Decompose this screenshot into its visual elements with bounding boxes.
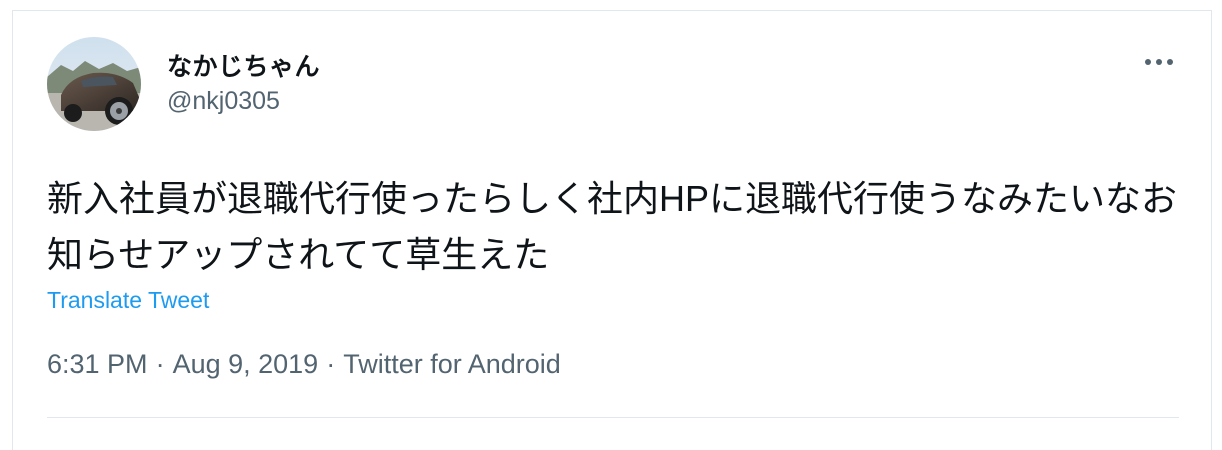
tweet-card: なかじちゃん @nkj0305 新入社員が退職代行使ったらしく社内HPに退職代行… (12, 10, 1212, 450)
translate-tweet-link[interactable]: Translate Tweet (47, 287, 209, 314)
tweet-source[interactable]: Twitter for Android (343, 349, 561, 379)
avatar[interactable] (47, 37, 141, 131)
tweet-time[interactable]: 6:31 PM (47, 349, 148, 379)
avatar-car-photo (47, 37, 141, 131)
more-options-button[interactable] (1135, 47, 1183, 77)
tweet-meta: 6:31 PM · Aug 9, 2019 · Twitter for Android (47, 349, 561, 380)
tweet-date[interactable]: Aug 9, 2019 (173, 349, 319, 379)
more-horizontal-icon (1145, 59, 1173, 65)
author-handle[interactable]: @nkj0305 (167, 87, 280, 116)
meta-separator: · (155, 349, 165, 379)
author-display-name[interactable]: なかじちゃん (167, 47, 320, 83)
tweet-text: 新入社員が退職代行使ったらしく社内HPに退職代行使うなみたいなお知らせアップされ… (47, 178, 1178, 275)
divider (47, 417, 1179, 418)
meta-separator: · (326, 349, 336, 379)
